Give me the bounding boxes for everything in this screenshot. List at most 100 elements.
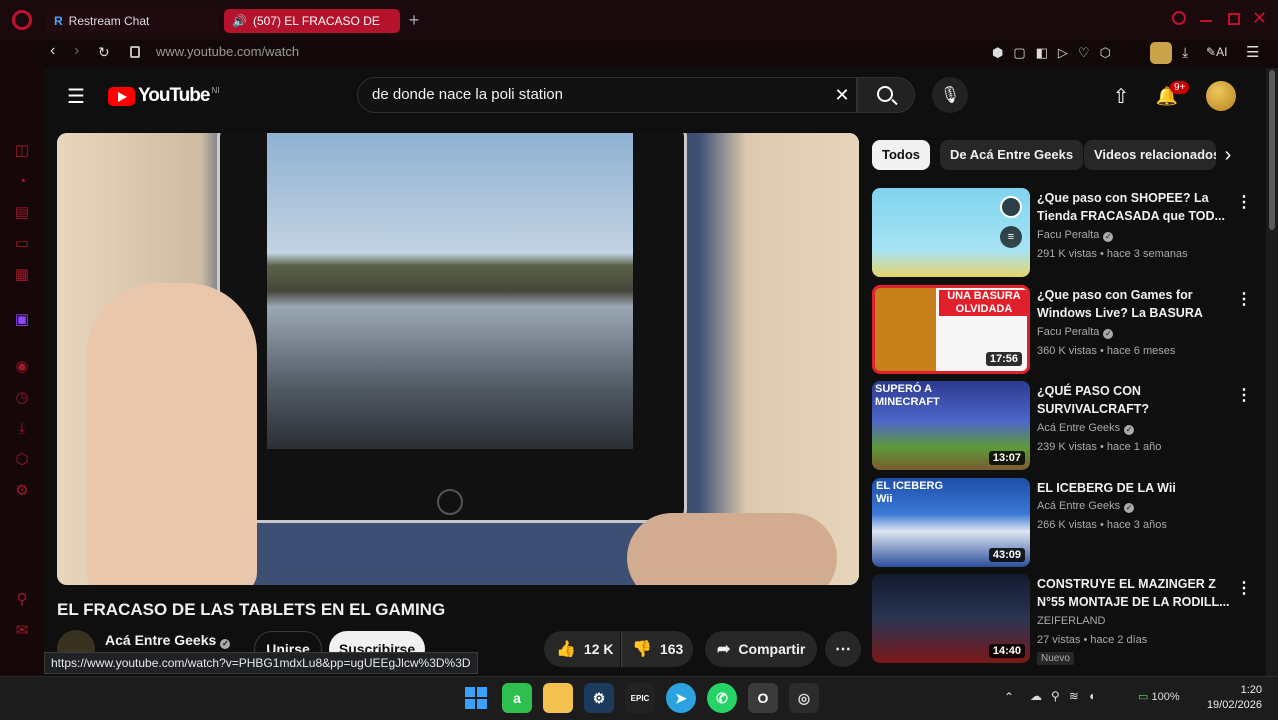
- tab-search-icon[interactable]: [1172, 11, 1186, 25]
- more-vert-icon[interactable]: ⋮: [1236, 578, 1252, 598]
- channel-text: Facu Peralta: [1037, 326, 1100, 338]
- recommendation-title[interactable]: ¿Que paso con Games for Windows Live? La…: [1037, 286, 1232, 322]
- recommendation-item[interactable]: ≡ ¿Que paso con SHOPEE? La Tienda FRACAS…: [872, 188, 1252, 280]
- more-vert-icon[interactable]: ⋮: [1236, 192, 1252, 212]
- create-upload-icon[interactable]: ⇧: [1108, 83, 1134, 109]
- recommendation-thumbnail[interactable]: ≡: [872, 188, 1030, 277]
- verified-icon: ✓: [220, 639, 231, 649]
- share-label: Compartir: [738, 641, 806, 657]
- battery-icon: ▭: [1138, 691, 1149, 703]
- restream-icon: R: [54, 14, 63, 28]
- recommendation-title[interactable]: CONSTRUYE EL MAZINGER Z N°55 MONTAJE DE …: [1037, 575, 1232, 611]
- recommendation-channel[interactable]: Acá Entre Geeks ✓: [1037, 422, 1135, 435]
- aria-ai-button[interactable]: ✎AI: [1206, 45, 1227, 59]
- chip-videos-relacionados[interactable]: Videos relacionados: [1084, 140, 1216, 170]
- dislike-button[interactable]: 👎 163: [621, 631, 693, 667]
- back-icon[interactable]: ‹: [50, 42, 55, 60]
- opera-gx-icon[interactable]: O: [748, 683, 778, 713]
- like-button[interactable]: 👍 12 K: [544, 631, 620, 667]
- recommendation-thumbnail[interactable]: UNA BASURA OLVIDADA 17:56: [872, 285, 1030, 374]
- clock[interactable]: 1:20 19/02/2026: [1196, 683, 1262, 713]
- settings-icon[interactable]: ⚙: [13, 482, 31, 500]
- recommendation-item[interactable]: 14:40 CONSTRUYE EL MAZINGER Z N°55 MONTA…: [872, 574, 1252, 666]
- recommendation-title[interactable]: ¿QUÉ PASO CON SURVIVALCRAFT?: [1037, 382, 1232, 418]
- recommendation-item[interactable]: SUPERÓ A MINECRAFT 13:07 ¿QUÉ PASO CON S…: [872, 381, 1252, 473]
- chip-todos[interactable]: Todos: [872, 140, 931, 170]
- box-icon[interactable]: ⬡: [13, 451, 31, 469]
- more-actions-button[interactable]: ⋯: [825, 631, 861, 667]
- tray-expand-icon[interactable]: ⌃: [1004, 690, 1014, 704]
- telegram-icon[interactable]: ➤: [666, 683, 696, 713]
- gamepad-icon[interactable]: ◫: [13, 142, 31, 160]
- recommendation-thumbnail[interactable]: EL ICEBERG Wii 43:09: [872, 478, 1030, 567]
- recommendation-channel[interactable]: Acá Entre Geeks ✓: [1037, 500, 1135, 513]
- clear-search-icon[interactable]: ✕: [830, 83, 854, 107]
- recommendation-channel[interactable]: ZEIFERLAND: [1037, 615, 1105, 627]
- search-button[interactable]: [857, 77, 915, 113]
- search-input[interactable]: de donde nace la poli station: [357, 77, 857, 113]
- recommendation-title[interactable]: ¿Que paso con SHOPEE? La Tienda FRACASAD…: [1037, 189, 1232, 225]
- more-vert-icon[interactable]: ⋮: [1236, 385, 1252, 405]
- downloads-icon[interactable]: ⤓: [13, 420, 31, 438]
- extension-icons: ⬢▢◧▷♡⬡: [992, 45, 1121, 60]
- forward-icon[interactable]: ›: [74, 42, 79, 60]
- download-icon[interactable]: ⤓: [1182, 44, 1188, 61]
- recommendation-item[interactable]: EL ICEBERG Wii 43:09 EL ICEBERG DE LA Wi…: [872, 478, 1252, 570]
- epic-games-icon[interactable]: EPIC: [625, 683, 655, 713]
- profile-extension-icon[interactable]: [1150, 42, 1172, 64]
- file-explorer-icon[interactable]: [543, 683, 573, 713]
- bag-icon[interactable]: ▤: [13, 204, 31, 222]
- channel-name[interactable]: Acá Entre Geeks ✓: [105, 632, 231, 649]
- recommendation-channel[interactable]: Facu Peralta ✓: [1037, 229, 1114, 242]
- messenger-icon[interactable]: ▭: [13, 235, 31, 253]
- history-icon[interactable]: ◷: [13, 389, 31, 407]
- easy-setup-icon[interactable]: ☰: [1246, 43, 1259, 61]
- twitch-icon[interactable]: ▣: [13, 311, 31, 329]
- app-a-icon[interactable]: a: [502, 683, 532, 713]
- channel-text: Facu Peralta: [1037, 229, 1100, 241]
- clock-icon[interactable]: [1000, 196, 1022, 218]
- recommendation-thumbnail[interactable]: 14:40: [872, 574, 1030, 663]
- recommendation-channel[interactable]: Facu Peralta ✓: [1037, 326, 1114, 339]
- voice-search-button[interactable]: 🎙: [932, 77, 968, 113]
- recommendation-title[interactable]: EL ICEBERG DE LA Wii: [1037, 479, 1232, 497]
- close-window-icon[interactable]: ✕: [1252, 8, 1267, 29]
- eye-icon[interactable]: ◉: [13, 358, 31, 376]
- mail-icon[interactable]: ✉: [13, 622, 31, 640]
- recommendation-thumbnail[interactable]: SUPERÓ A MINECRAFT 13:07: [872, 381, 1030, 470]
- video-duration: 14:40: [988, 644, 1025, 658]
- share-button[interactable]: ➦ Compartir: [705, 631, 817, 667]
- chevron-right-icon[interactable]: ›: [1216, 143, 1240, 167]
- avatar[interactable]: [1206, 81, 1236, 111]
- speed-dial-icon[interactable]: ◔: [13, 173, 31, 191]
- queue-icon[interactable]: ≡: [1000, 226, 1022, 248]
- tab-youtube-video[interactable]: 🔊 (507) EL FRACASO DE: [224, 9, 400, 33]
- maximize-icon[interactable]: [1228, 13, 1240, 25]
- battery-indicator[interactable]: ▭ 100%: [1138, 690, 1180, 703]
- windows-start-icon[interactable]: [461, 683, 491, 713]
- page-scrollbar[interactable]: [1266, 68, 1278, 676]
- verified-icon: ✓: [1124, 503, 1135, 513]
- app-badge-icon[interactable]: ◎: [789, 683, 819, 713]
- scrollbar-thumb[interactable]: [1269, 70, 1275, 230]
- recommendation-meta: 360 K vistas • hace 6 meses: [1037, 345, 1176, 357]
- opera-menu-icon[interactable]: [12, 10, 32, 30]
- steam-icon[interactable]: ⚙: [584, 683, 614, 713]
- recommendation-item[interactable]: UNA BASURA OLVIDADA 17:56 ¿Que paso con …: [872, 285, 1252, 377]
- youtube-logo[interactable]: YouTube NI: [108, 85, 219, 107]
- new-tab-button[interactable]: +: [404, 10, 424, 30]
- more-vert-icon[interactable]: ⋮: [1236, 289, 1252, 309]
- tab-restream-chat[interactable]: R Restream Chat: [46, 9, 218, 33]
- speaker-icon[interactable]: 🔊: [232, 14, 247, 28]
- whatsapp-icon[interactable]: ✆: [707, 683, 737, 713]
- pin-icon[interactable]: ⚲: [13, 591, 31, 609]
- video-player[interactable]: [57, 133, 859, 585]
- url-field[interactable]: www.youtube.com/watch: [156, 44, 299, 59]
- reload-icon[interactable]: ↻: [98, 44, 110, 61]
- minimize-icon[interactable]: [1200, 20, 1212, 22]
- chip-de-aca-entre-geeks[interactable]: De Acá Entre Geeks: [940, 140, 1084, 170]
- menu-icon[interactable]: ☰: [64, 84, 88, 108]
- recommendation-meta: 266 K vistas • hace 3 años: [1037, 519, 1167, 531]
- stack-icon[interactable]: ▦: [13, 266, 31, 284]
- hand-left: [87, 283, 257, 585]
